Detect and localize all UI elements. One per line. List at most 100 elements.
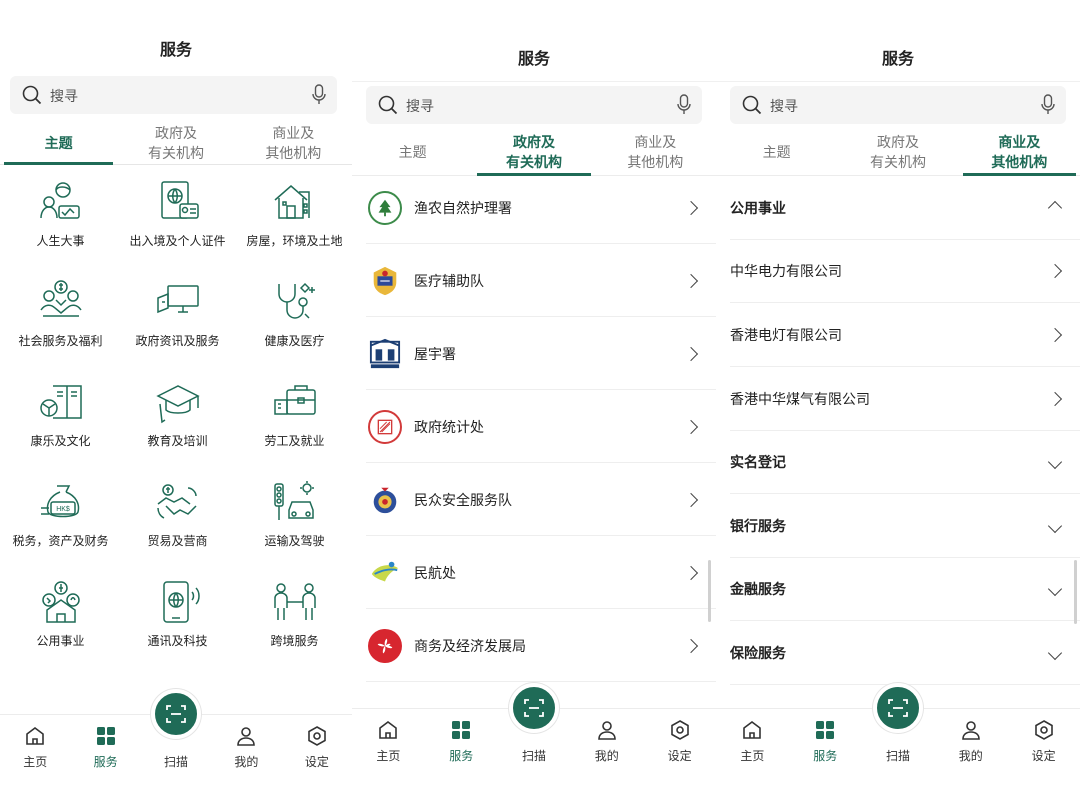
department-row[interactable]: 民航处 xyxy=(366,537,716,609)
search-input[interactable]: 搜寻 xyxy=(50,86,78,106)
department-row[interactable]: 政府统计处 xyxy=(366,391,716,463)
bottom-navigation: 主页 服务 扫描 我的 设定 xyxy=(0,689,352,788)
header-divider xyxy=(352,81,716,82)
topic-housing[interactable]: 房屋，环境及土地 xyxy=(237,172,352,272)
company-row[interactable]: 香港中华煤气有限公司 xyxy=(730,368,1080,431)
passport-icon xyxy=(160,181,199,219)
home-icon xyxy=(379,721,398,739)
services-business-screen: 服务 搜寻 主题 政府及 有关机构 商业及 其他机构 公用事业 中华电力有限公司… xyxy=(716,0,1080,788)
search-input[interactable]: 搜寻 xyxy=(406,96,434,116)
nav-services[interactable]: 服务 xyxy=(425,709,498,788)
company-row[interactable]: 中华电力有限公司 xyxy=(730,240,1080,303)
section-header-utilities[interactable]: 公用事业 xyxy=(730,177,1080,240)
nav-settings[interactable]: 设定 xyxy=(1007,709,1080,788)
chevron-right-icon xyxy=(683,200,699,215)
topic-labour[interactable]: 劳工及就业 xyxy=(237,372,352,472)
topic-education[interactable]: 教育及培训 xyxy=(120,372,235,472)
search-icon xyxy=(22,85,42,105)
scrollbar[interactable] xyxy=(708,560,711,622)
section-header-real-name[interactable]: 实名登记 xyxy=(730,431,1080,494)
tab-topics[interactable]: 主题 xyxy=(352,131,473,175)
bottom-navigation: 主页 服务 扫描 我的 设定 xyxy=(716,683,1080,788)
department-row[interactable]: 医疗辅助队 xyxy=(366,245,716,317)
topic-grid: 人生大事 出入境及个人证件 房屋，环境及土地 社会服务及福利 政府资讯及服务 健… xyxy=(0,172,352,672)
company-row[interactable]: 香港电灯有限公司 xyxy=(730,304,1080,367)
svg-text:HK$: HK$ xyxy=(56,506,70,513)
scan-button[interactable] xyxy=(872,683,923,733)
department-row[interactable]: 渔农自然护理署 xyxy=(366,172,716,244)
nav-profile[interactable]: 我的 xyxy=(211,715,281,788)
nav-scan[interactable]: 扫描 xyxy=(862,683,935,788)
nav-home[interactable]: 主页 xyxy=(352,709,425,788)
tab-business[interactable]: 商业及 其他机构 xyxy=(959,131,1080,176)
department-row[interactable]: 屋宇署 xyxy=(366,318,716,390)
nav-settings[interactable]: 设定 xyxy=(643,709,716,788)
chevron-right-icon xyxy=(683,565,699,580)
tab-government[interactable]: 政府及 有关机构 xyxy=(117,123,234,164)
section-header-insurance[interactable]: 保险服务 xyxy=(730,622,1080,685)
chevron-right-icon xyxy=(683,492,699,507)
page-title: 服务 xyxy=(159,40,192,59)
topic-trade[interactable]: 贸易及营商 xyxy=(120,472,235,572)
nav-services[interactable]: 服务 xyxy=(70,715,140,788)
tab-business[interactable]: 商业及 其他机构 xyxy=(235,123,352,164)
search-bar[interactable]: 搜寻 xyxy=(10,76,337,114)
topic-tax[interactable]: HK$ 税务，资产及财务 xyxy=(3,472,118,572)
microphone-icon[interactable] xyxy=(1040,94,1056,116)
topic-utilities[interactable]: 公用事业 xyxy=(3,572,118,672)
department-row[interactable]: 商务及经济发展局 xyxy=(366,610,716,682)
section-header-banking[interactable]: 银行服务 xyxy=(730,495,1080,558)
tab-topics[interactable]: 主题 xyxy=(0,123,117,165)
topic-immigration[interactable]: 出入境及个人证件 xyxy=(120,172,235,272)
topic-cross-border[interactable]: 跨境服务 xyxy=(237,572,352,672)
topic-communications[interactable]: 通讯及科技 xyxy=(120,572,235,672)
chevron-down-icon xyxy=(1047,518,1063,534)
cad-logo-icon xyxy=(368,556,402,590)
bauhinia-logo-icon xyxy=(368,628,402,663)
tab-business[interactable]: 商业及 其他机构 xyxy=(595,131,716,175)
search-bar[interactable]: 搜寻 xyxy=(730,86,1066,124)
settings-icon xyxy=(308,726,326,746)
scan-button[interactable] xyxy=(151,689,202,739)
buildings-logo-icon xyxy=(368,337,402,371)
tab-topics[interactable]: 主题 xyxy=(716,131,837,175)
search-bar[interactable]: 搜寻 xyxy=(366,86,702,124)
nav-profile[interactable]: 我的 xyxy=(570,709,643,788)
category-tabs: 主题 政府及 有关机构 商业及 其他机构 xyxy=(352,131,716,176)
chevron-right-icon xyxy=(1047,391,1063,407)
cross-border-icon xyxy=(273,583,316,620)
services-topics-screen: 服务 搜寻 主题 政府及 有关机构 商业及 其他机构 人生大事 出入境及个人证件… xyxy=(0,0,352,788)
scrollbar[interactable] xyxy=(1074,560,1077,624)
bottom-navigation: 主页 服务 扫描 我的 设定 xyxy=(352,683,716,788)
microphone-icon[interactable] xyxy=(311,84,327,106)
tab-government[interactable]: 政府及 有关机构 xyxy=(473,131,594,176)
search-icon xyxy=(742,95,762,115)
tab-government[interactable]: 政府及 有关机构 xyxy=(837,131,958,175)
topic-welfare[interactable]: 社会服务及福利 xyxy=(3,272,118,372)
nav-services[interactable]: 服务 xyxy=(789,709,862,788)
smartphone-globe-icon xyxy=(162,581,200,623)
topic-life-events[interactable]: 人生大事 xyxy=(3,172,118,272)
section-header-financial[interactable]: 金融服务 xyxy=(730,558,1080,621)
nav-profile[interactable]: 我的 xyxy=(934,709,1007,788)
topic-health[interactable]: 健康及医疗 xyxy=(237,272,352,372)
chevron-right-icon xyxy=(683,638,699,653)
topic-leisure[interactable]: 康乐及文化 xyxy=(3,372,118,472)
nav-home[interactable]: 主页 xyxy=(716,709,789,788)
nav-scan[interactable]: 扫描 xyxy=(141,689,211,788)
page-title: 服务 xyxy=(517,49,550,68)
scan-button[interactable] xyxy=(508,683,559,733)
department-row[interactable]: 民众安全服务队 xyxy=(366,464,716,536)
grid-icon xyxy=(452,721,471,739)
topic-transport[interactable]: 运输及驾驶 xyxy=(237,472,352,572)
chevron-right-icon xyxy=(683,273,699,288)
nav-home[interactable]: 主页 xyxy=(0,715,70,788)
microphone-icon[interactable] xyxy=(676,94,692,116)
search-input[interactable]: 搜寻 xyxy=(770,96,798,116)
nav-scan[interactable]: 扫描 xyxy=(498,683,571,788)
topic-government-info[interactable]: 政府资讯及服务 xyxy=(120,272,235,372)
traffic-car-icon xyxy=(273,481,314,520)
scan-icon xyxy=(888,699,908,717)
category-tabs: 主题 政府及 有关机构 商业及 其他机构 xyxy=(0,123,352,165)
nav-settings[interactable]: 设定 xyxy=(282,715,352,788)
